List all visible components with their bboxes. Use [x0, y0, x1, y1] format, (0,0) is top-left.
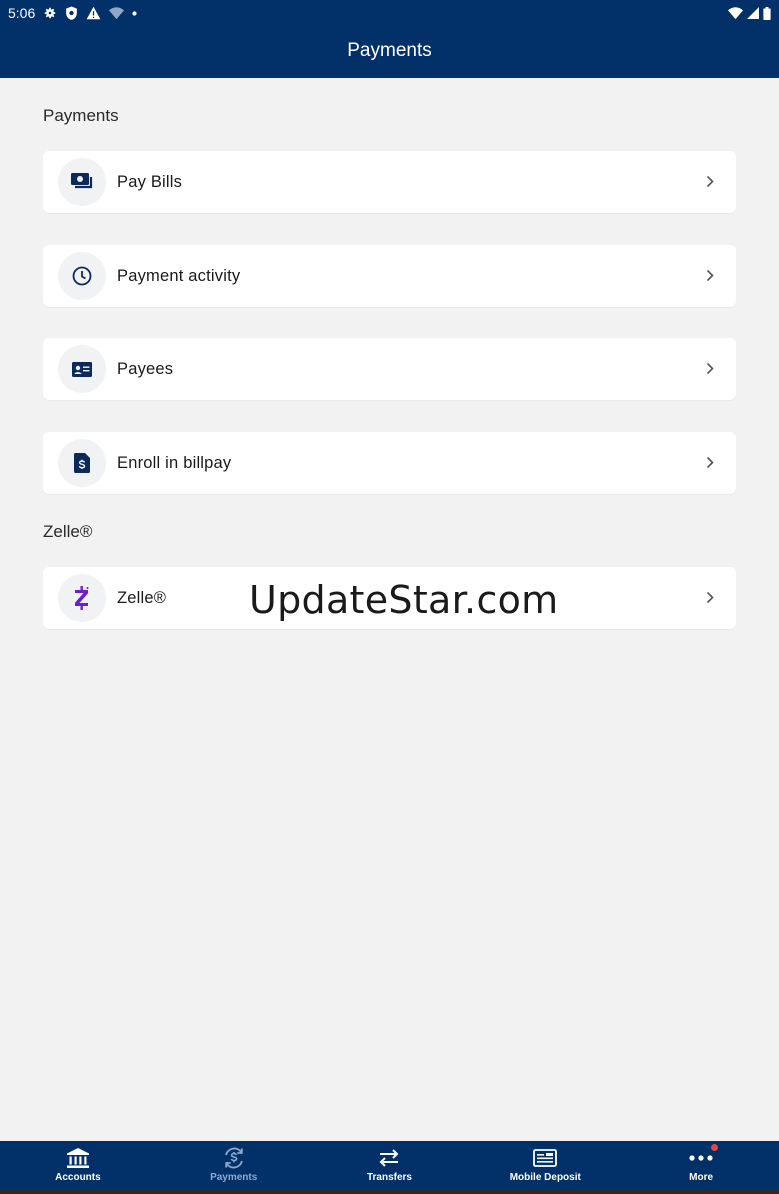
nav-transfers[interactable]: Transfers [312, 1141, 468, 1190]
watermark-text: UpdateStar.com [249, 578, 559, 622]
chevron-right-icon [706, 456, 714, 474]
clock-icon [58, 252, 106, 300]
nav-payments[interactable]: Payments [156, 1141, 312, 1190]
enroll-billpay-label: Enroll in billpay [117, 453, 232, 472]
zelle-logo-icon [58, 574, 106, 622]
contact-card-icon [58, 345, 106, 393]
chevron-right-icon [706, 175, 714, 193]
payment-activity-label: Payment activity [117, 266, 241, 285]
nav-transfers-label: Transfers [366, 1172, 412, 1183]
battery-icon [763, 6, 771, 20]
payees-label: Payees [117, 359, 174, 378]
system-gesture-bar [0, 1190, 779, 1194]
signal-icon [747, 7, 759, 19]
more-dots-icon [689, 1146, 713, 1170]
nav-accounts[interactable]: Accounts [0, 1141, 156, 1190]
bottom-navigation: Accounts Payments Transfers Mobile Depos… [0, 1141, 779, 1190]
shield-icon [65, 6, 78, 21]
nav-more-label: More [689, 1172, 714, 1183]
nav-mobile-deposit[interactable]: Mobile Deposit [467, 1141, 623, 1190]
section-title-payments: Payments [43, 106, 119, 125]
settings-icon [43, 6, 57, 20]
status-time: 5:06 [8, 5, 36, 21]
check-deposit-icon [533, 1146, 558, 1170]
warning-icon [86, 6, 101, 20]
nav-more[interactable]: More [623, 1141, 779, 1190]
status-bar: 5:06 [0, 0, 779, 26]
transfer-arrows-icon [378, 1146, 400, 1170]
document-dollar-icon [58, 439, 106, 487]
section-title-zelle: Zelle® [43, 522, 93, 541]
chevron-right-icon [706, 269, 714, 287]
enroll-billpay-item[interactable]: Enroll in billpay [43, 432, 736, 494]
zelle-label: Zelle® [117, 588, 167, 607]
notification-badge [711, 1144, 719, 1151]
chevron-right-icon [706, 591, 714, 609]
notification-dot-icon [132, 10, 137, 16]
pay-bills-item[interactable]: Pay Bills [43, 151, 736, 213]
app-header: 5:06 Payments [0, 0, 779, 78]
wifi-unknown-icon [109, 6, 125, 20]
wifi-icon [728, 6, 743, 20]
nav-payments-label: Payments [210, 1172, 258, 1183]
nav-mobile-deposit-label: Mobile Deposit [509, 1172, 581, 1183]
chevron-right-icon [706, 362, 714, 380]
payment-activity-item[interactable]: Payment activity [43, 245, 736, 307]
bank-icon [66, 1146, 89, 1170]
dollar-cycle-icon [222, 1146, 246, 1170]
payees-item[interactable]: Payees [43, 338, 736, 400]
page-title: Payments [347, 40, 432, 61]
pay-bills-label: Pay Bills [117, 172, 183, 191]
nav-accounts-label: Accounts [55, 1172, 101, 1183]
bill-icon [58, 158, 106, 206]
